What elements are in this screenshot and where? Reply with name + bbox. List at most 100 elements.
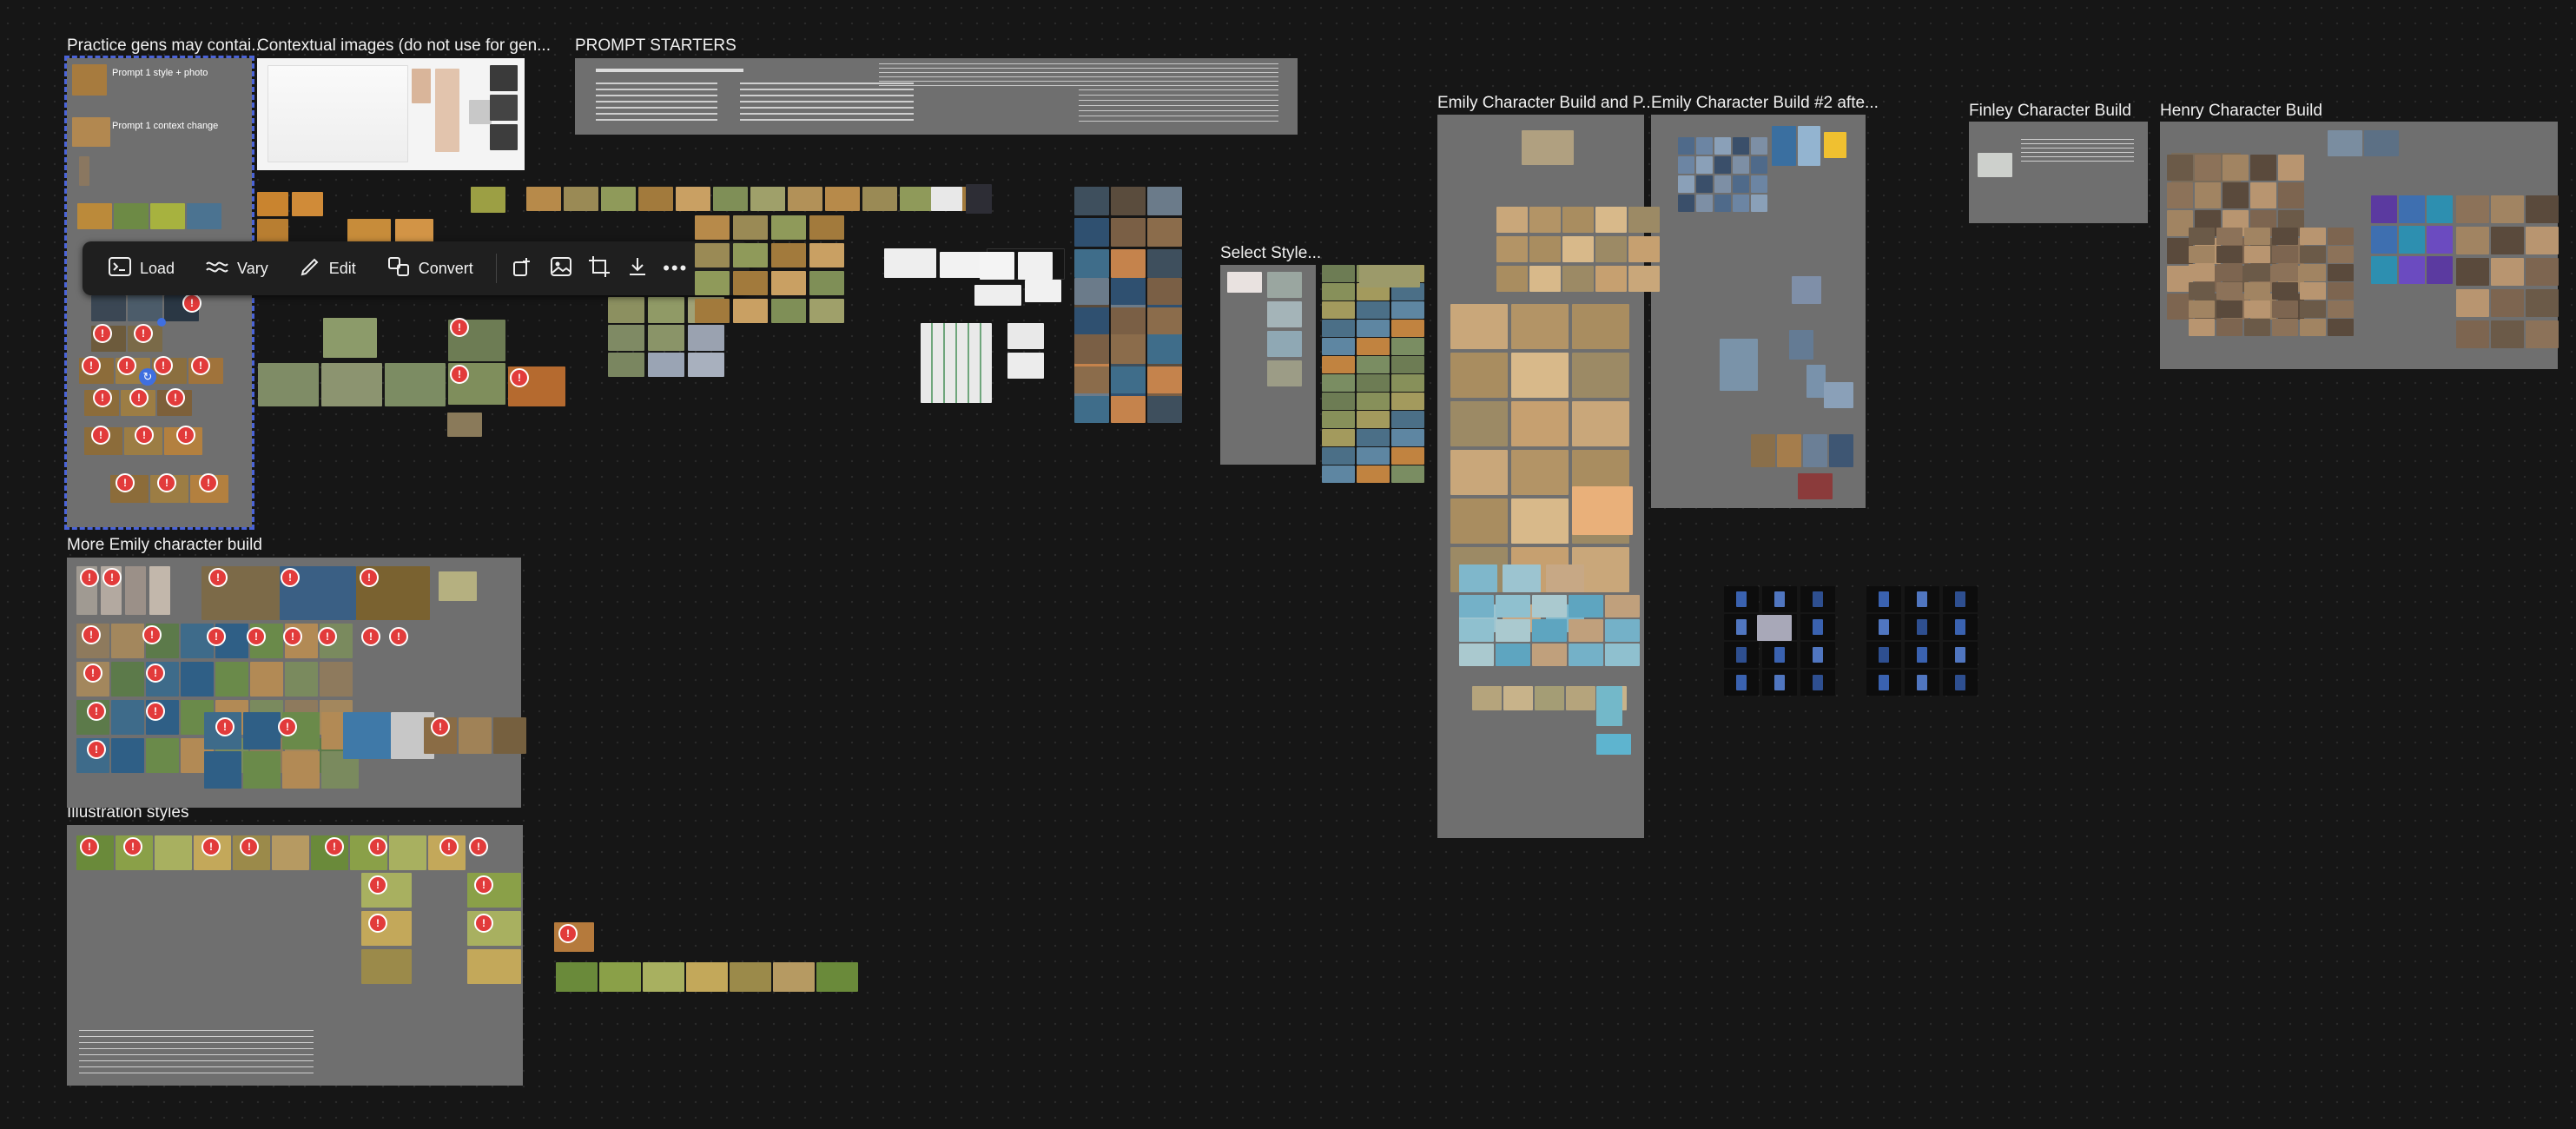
convert-button[interactable]: Convert [372,249,489,287]
image-thumbnail[interactable] [2216,228,2242,245]
image-thumbnail[interactable] [343,712,391,759]
image-thumbnail[interactable] [72,117,110,147]
image-thumbnail[interactable] [1955,591,1965,607]
image-thumbnail[interactable] [1751,175,1767,193]
image-thumbnail[interactable] [771,271,806,295]
board-finley[interactable] [1969,122,2148,223]
image-thumbnail[interactable] [2328,282,2354,300]
image-thumbnail[interactable] [2272,282,2298,300]
image-thumbnail[interactable] [1322,374,1355,392]
image-thumbnail[interactable] [2328,300,2354,318]
image-thumbnail[interactable] [1572,353,1629,398]
image-thumbnail[interactable] [1978,153,2012,177]
image-thumbnail[interactable] [2491,320,2524,348]
image-thumbnail[interactable] [1733,156,1749,174]
image-thumbnail[interactable] [1111,337,1146,364]
image-thumbnail[interactable] [1596,686,1622,726]
image-thumbnail[interactable] [1322,393,1355,410]
image-thumbnail[interactable] [1322,447,1355,465]
board-contextual[interactable] [257,58,525,170]
image-thumbnail[interactable] [1357,338,1390,355]
image-thumbnail[interactable] [1824,132,1846,158]
image-thumbnail[interactable] [1147,187,1182,215]
image-thumbnail[interactable] [395,219,433,243]
image-thumbnail[interactable] [1955,675,1965,690]
image-thumbnail[interactable] [1496,207,1528,233]
image-thumbnail[interactable] [564,187,598,211]
image-thumbnail[interactable] [1496,644,1530,666]
image-thumbnail[interactable] [1596,734,1631,755]
image-thumbnail[interactable] [1322,338,1355,355]
image-thumbnail[interactable] [608,325,644,351]
image-thumbnail[interactable] [1018,252,1053,280]
image-thumbnail[interactable] [1678,175,1694,193]
image-thumbnail[interactable] [493,717,526,754]
image-thumbnail[interactable] [2526,227,2559,254]
image-thumbnail[interactable] [2300,319,2326,336]
image-thumbnail[interactable] [1357,301,1390,319]
image-thumbnail[interactable] [2244,228,2270,245]
crop-button[interactable] [580,249,618,287]
image-thumbnail[interactable] [686,962,728,992]
image-thumbnail[interactable] [1605,619,1640,642]
image-thumbnail[interactable] [1562,207,1594,233]
image-thumbnail[interactable] [1391,447,1424,465]
image-thumbnail[interactable] [526,187,561,211]
download-button[interactable] [618,249,657,287]
image-thumbnail[interactable] [1111,218,1146,247]
image-thumbnail[interactable] [2371,226,2397,254]
board-title-select-style[interactable]: Select Style... [1220,244,1321,263]
image-thumbnail[interactable] [2300,246,2326,263]
image-thumbnail[interactable] [1322,411,1355,428]
image-thumbnail[interactable] [469,100,492,124]
image-thumbnail[interactable] [2189,246,2215,263]
image-thumbnail[interactable] [2300,282,2326,300]
image-thumbnail[interactable] [1777,434,1801,467]
board-title-finley[interactable]: Finley Character Build [1969,102,2131,121]
image-thumbnail[interactable] [79,156,89,186]
image-thumbnail[interactable] [243,751,281,789]
image-thumbnail[interactable] [2189,264,2215,281]
image-thumbnail[interactable] [1472,686,1502,710]
image-thumbnail[interactable] [1532,595,1567,617]
image-thumbnail[interactable] [1391,374,1424,392]
image-thumbnail[interactable] [2272,228,2298,245]
image-thumbnail[interactable] [2189,300,2215,318]
image-thumbnail[interactable] [2272,300,2298,318]
image-thumbnail[interactable] [1772,126,1796,166]
image-thumbnail[interactable] [1736,619,1747,635]
image-thumbnail[interactable] [1074,396,1109,423]
image-thumbnail[interactable] [2491,258,2524,286]
image-thumbnail[interactable] [1147,396,1182,423]
image-thumbnail[interactable] [1074,337,1109,364]
image-thumbnail[interactable] [2244,264,2270,281]
image-thumbnail[interactable] [771,215,806,240]
board-title-henry[interactable]: Henry Character Build [2160,102,2322,121]
image-thumbnail[interactable] [1628,266,1660,292]
image-thumbnail[interactable] [1511,304,1569,349]
image-thumbnail[interactable] [439,571,477,601]
image-thumbnail[interactable] [1391,465,1424,483]
image-thumbnail[interactable] [2250,155,2276,181]
image-thumbnail[interactable] [2272,246,2298,263]
image-thumbnail[interactable] [1532,619,1567,642]
image-thumbnail[interactable] [1879,591,1889,607]
image-thumbnail[interactable] [2244,282,2270,300]
image-thumbnail[interactable] [1879,647,1889,663]
image-thumbnail[interactable] [1529,236,1561,262]
image-thumbnail[interactable] [1007,323,1044,349]
image-thumbnail[interactable] [2491,195,2524,223]
image-thumbnail[interactable] [2491,289,2524,317]
image-thumbnail[interactable] [1074,366,1109,393]
image-thumbnail[interactable] [1917,619,1927,635]
image-thumbnail[interactable] [695,215,730,240]
image-thumbnail[interactable] [1147,366,1182,393]
image-thumbnail[interactable] [1322,429,1355,446]
image-thumbnail[interactable] [1714,195,1731,212]
image-thumbnail[interactable] [599,962,641,992]
image-thumbnail[interactable] [111,700,144,735]
image-thumbnail[interactable] [900,187,935,211]
image-thumbnail[interactable] [111,662,144,697]
image-thumbnail[interactable] [1496,266,1528,292]
image-thumbnail[interactable] [1357,356,1390,373]
